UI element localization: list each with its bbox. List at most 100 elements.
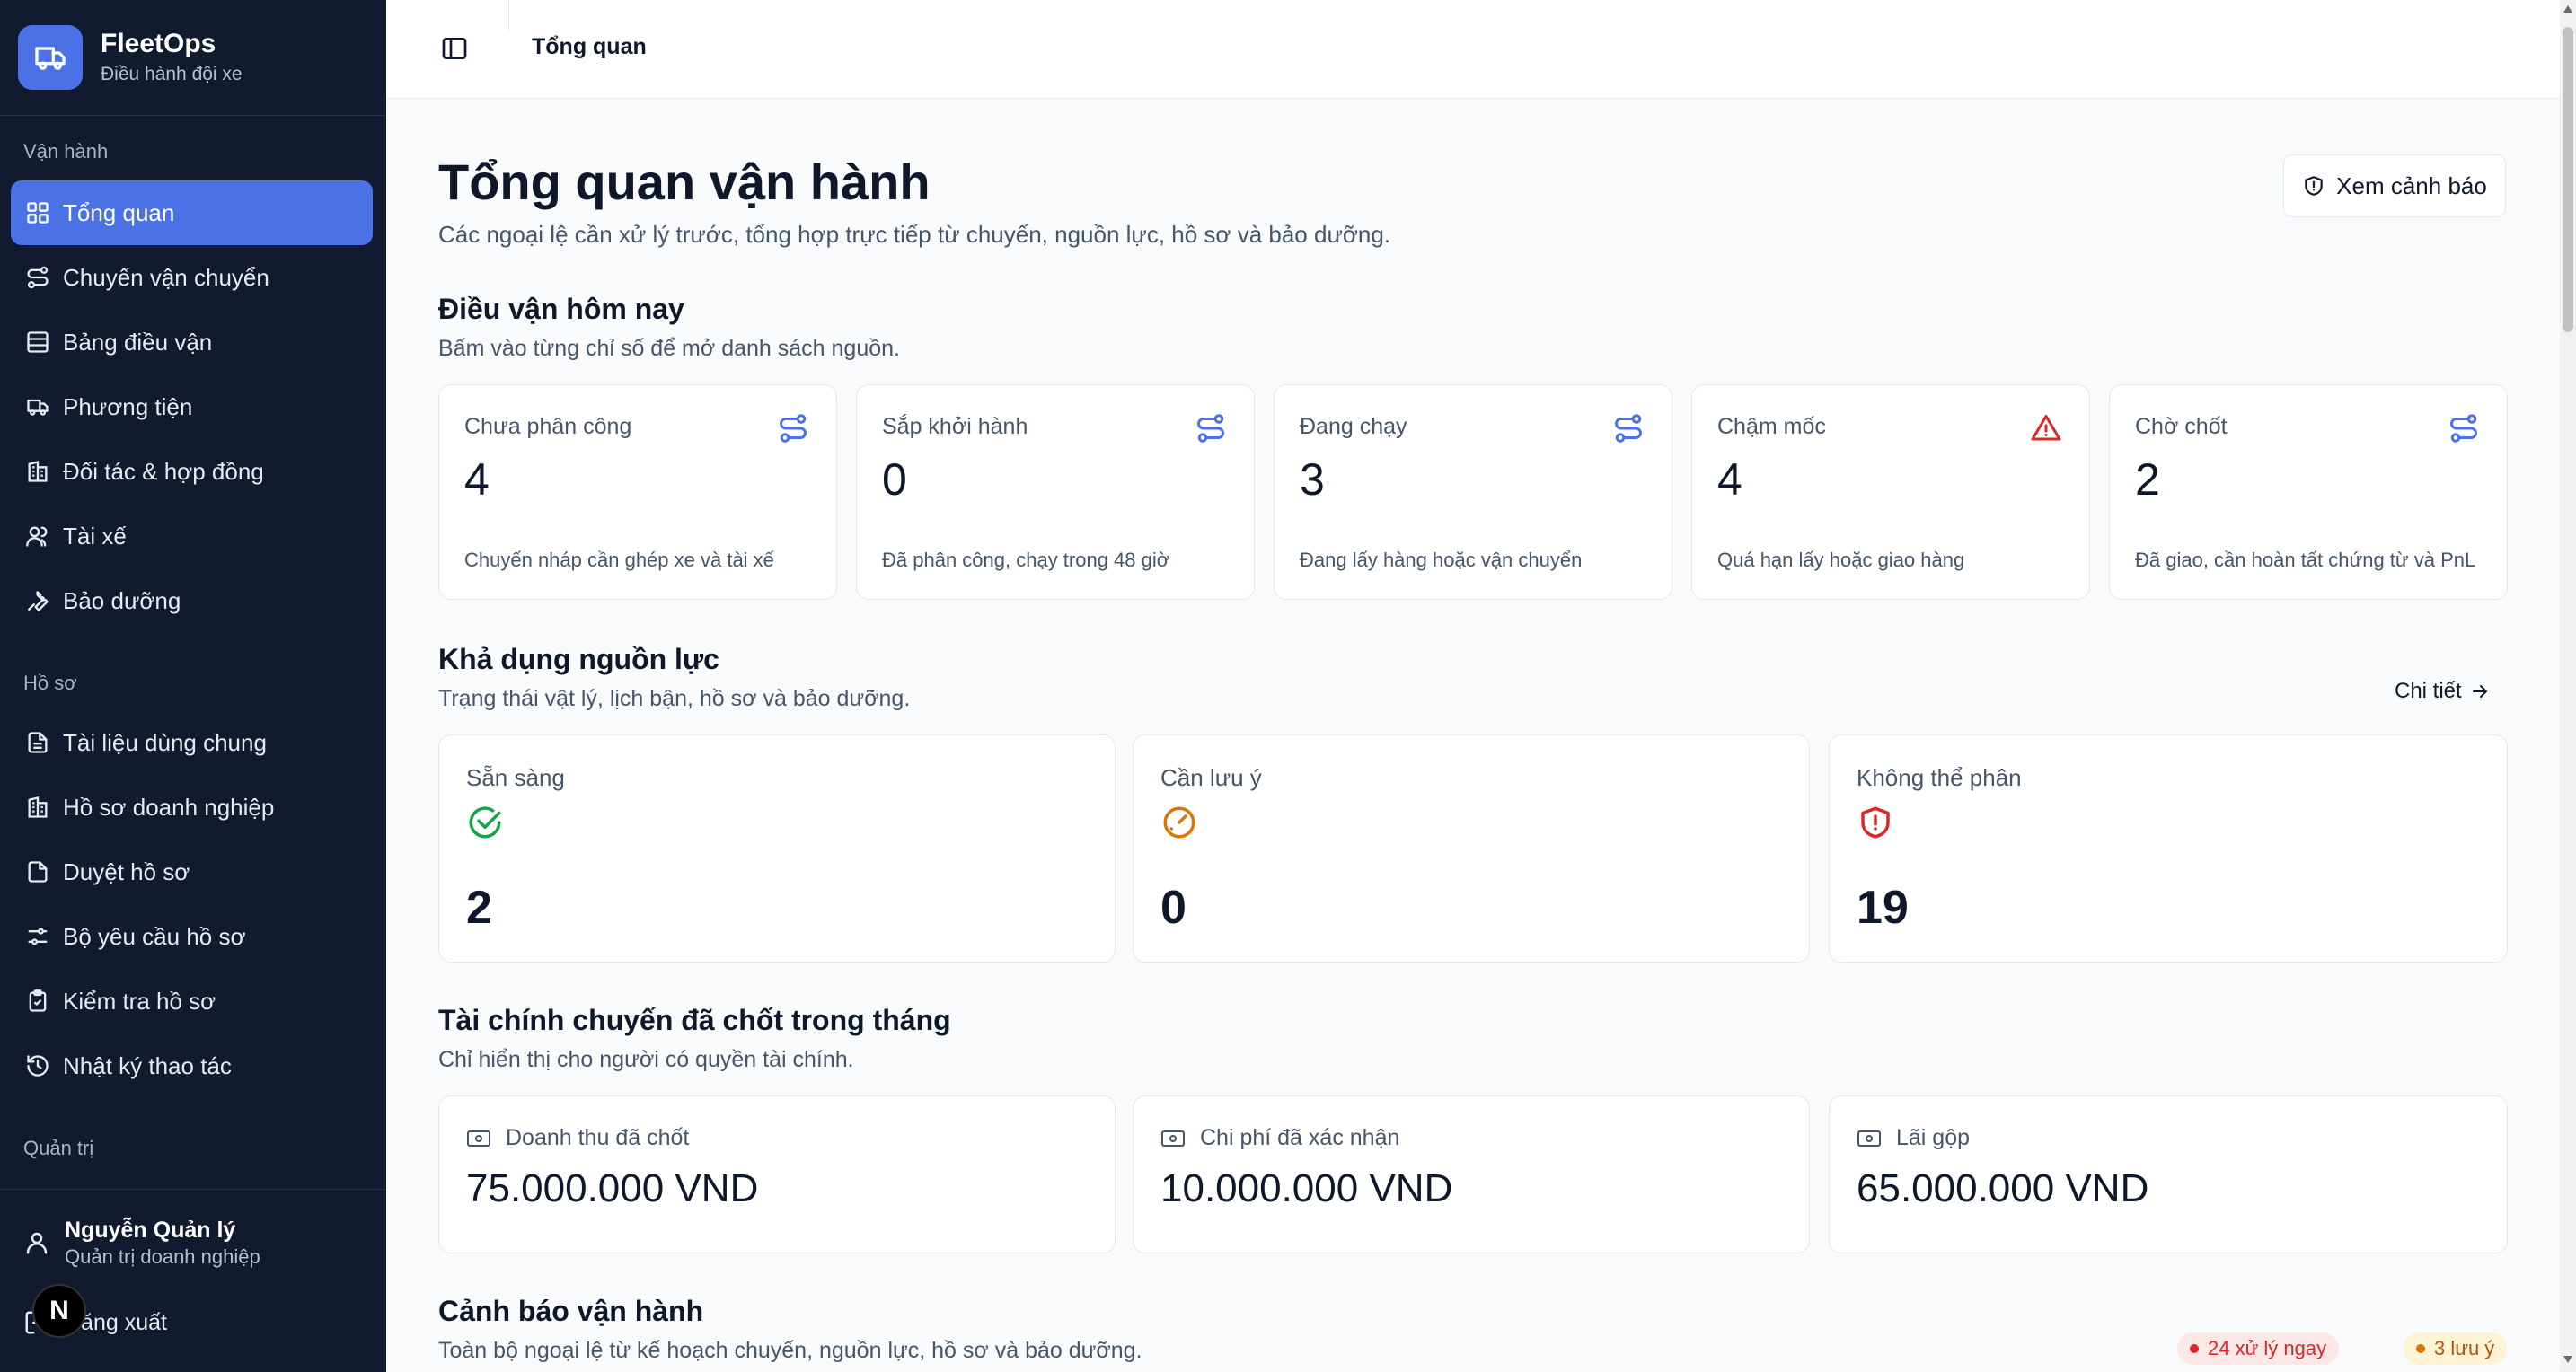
- view-alerts-label: Xem cảnh báo: [2336, 172, 2487, 199]
- kpi-label: Đang chạy: [1300, 414, 1407, 439]
- badge-urgent[interactable]: 24 xử lý ngay: [2177, 1332, 2340, 1365]
- kpi-description: Quá hạn lấy hoặc giao hàng: [1717, 549, 1965, 571]
- resource-card-san-sang[interactable]: Sẵn sàng 2: [438, 734, 1116, 963]
- banknote-icon: [1161, 1130, 1185, 1147]
- section-title-finance: Tài chính chuyến đã chốt trong tháng: [438, 1004, 951, 1036]
- kpi-label: Chờ chốt: [2135, 414, 2228, 439]
- badge-label: 24 xử lý ngay: [2208, 1337, 2327, 1359]
- clipboard-check-icon: [29, 989, 47, 1012]
- sidebar-item-bo-yeu-cau-ho-so[interactable]: Bộ yêu cầu hồ sơ: [11, 904, 373, 969]
- finance-value: 65.000.000 VND: [1857, 1166, 2149, 1210]
- kpi-card-cham-moc[interactable]: Chậm mốc 4 Quá hạn lấy hoặc giao hàng: [1691, 384, 2090, 600]
- sidebar-item-label: Đối tác & hợp đồng: [63, 457, 264, 485]
- section-title-resources: Khả dụng nguồn lực: [438, 643, 719, 675]
- resource-label: Cần lưu ý: [1160, 764, 1262, 791]
- nextjs-dev-badge-icon[interactable]: N: [32, 1284, 86, 1338]
- resource-card-khong-the-phan[interactable]: Không thể phân 19: [1829, 734, 2508, 963]
- resource-card-can-luu-y[interactable]: Cần lưu ý 0: [1133, 734, 1810, 963]
- sidebar-item-tai-lieu-dung-chung[interactable]: Tài liệu dùng chung: [11, 710, 373, 775]
- sidebar: FleetOps Điều hành đội xe Vận hành Tổng …: [0, 0, 386, 1372]
- sidebar-item-nhat-ky-thao-tac[interactable]: Nhật ký thao tác: [11, 1033, 373, 1098]
- brand-name: FleetOps: [101, 29, 216, 58]
- kpi-description: Chuyến nháp cần ghép xe và tài xế: [464, 549, 774, 571]
- route-icon: [1615, 414, 1642, 443]
- kpi-card-chua-phan-cong[interactable]: Chưa phân công 4 Chuyến nháp cần ghép xe…: [438, 384, 837, 600]
- scroll-up-arrow-icon[interactable]: [2563, 5, 2572, 13]
- finance-value: 10.000.000 VND: [1160, 1166, 1453, 1210]
- wrench-icon: [27, 591, 49, 611]
- sidebar-item-tong-quan[interactable]: Tổng quan: [11, 180, 373, 245]
- kpi-value: 4: [1717, 454, 1742, 505]
- resource-label: Sẵn sàng: [466, 764, 565, 791]
- route-icon: [27, 266, 49, 289]
- sidebar-item-label: Phương tiện: [63, 392, 193, 420]
- sidebar-item-kiem-tra-ho-so[interactable]: Kiểm tra hồ sơ: [11, 969, 373, 1033]
- kpi-description: Đã giao, cần hoàn tất chứng từ và PnL: [2135, 549, 2476, 571]
- sidebar-item-doi-tac[interactable]: Đối tác & hợp đồng: [11, 439, 373, 504]
- kpi-card-cho-chot[interactable]: Chờ chốt 2 Đã giao, cần hoàn tất chứng t…: [2109, 384, 2508, 600]
- kpi-label: Sắp khởi hành: [882, 414, 1028, 439]
- sidebar-item-label: Nhật ký thao tác: [63, 1051, 232, 1079]
- kpi-card-dang-chay[interactable]: Đang chạy 3 Đang lấy hàng hoặc vận chuyể…: [1274, 384, 1672, 600]
- sidebar-item-ho-so-doanh-nghiep[interactable]: Hồ sơ doanh nghiệp: [11, 775, 373, 840]
- page-title: Tổng quan vận hành: [438, 154, 931, 210]
- finance-value: 75.000.000 VND: [466, 1166, 759, 1210]
- brand-subtitle: Điều hành đội xe: [101, 64, 243, 84]
- kpi-value: 3: [1300, 454, 1325, 505]
- sidebar-item-bao-duong[interactable]: Bảo dưỡng: [11, 568, 373, 633]
- user-name: Nguyễn Quản lý: [65, 1218, 236, 1243]
- finance-label: Doanh thu đã chốt: [506, 1125, 690, 1150]
- section-subtitle-dispatch: Bấm vào từng chỉ số để mở danh sách nguồ…: [438, 336, 900, 361]
- user-profile[interactable]: Nguyễn Quản lý Quản trị doanh nghiệp: [23, 1216, 260, 1270]
- route-icon: [780, 414, 807, 443]
- kpi-value: 0: [882, 454, 907, 505]
- gauge-icon: [1163, 806, 1195, 839]
- building-icon: [28, 796, 48, 818]
- sidebar-item-label: Bộ yêu cầu hồ sơ: [63, 922, 246, 950]
- finance-label: Chi phí đã xác nhận: [1200, 1125, 1400, 1150]
- page-scrollbar[interactable]: [2560, 0, 2576, 1372]
- view-alerts-button[interactable]: Xem cảnh báo: [2283, 154, 2506, 217]
- sidebar-item-label: Kiểm tra hồ sơ: [63, 987, 216, 1015]
- shield-alert-icon: [1861, 806, 1890, 839]
- route-icon: [2450, 414, 2477, 443]
- sidebar-item-chuyen-van-chuyen[interactable]: Chuyến vận chuyển: [11, 245, 373, 310]
- sidebar-item-duyet-ho-so[interactable]: Duyệt hồ sơ: [11, 840, 373, 904]
- kpi-value: 4: [464, 454, 490, 505]
- shield-alert-icon: [2305, 176, 2323, 196]
- status-dot: [2416, 1344, 2425, 1353]
- users-icon: [26, 526, 48, 547]
- sidebar-item-label: Bảo dưỡng: [63, 586, 181, 614]
- sidebar-item-label: Chuyến vận chuyển: [63, 263, 269, 291]
- sidebar-group-label: Quản trị: [23, 1137, 94, 1159]
- dashboard-grid-icon: [27, 202, 49, 224]
- kpi-description: Đã phân công, chạy trong 48 giờ: [882, 549, 1170, 571]
- sidebar-item-tai-xe[interactable]: Tài xế: [11, 504, 373, 568]
- kpi-description: Đang lấy hàng hoặc vận chuyển: [1300, 549, 1583, 571]
- breadcrumb: Tổng quan: [532, 34, 647, 59]
- finance-card-lai-gop: Lãi gộp 65.000.000 VND: [1829, 1095, 2508, 1253]
- truck-icon: [27, 399, 49, 416]
- scroll-down-arrow-icon[interactable]: [2563, 1356, 2572, 1363]
- badge-label: 3 lưu ý: [2434, 1337, 2495, 1359]
- resources-detail-link[interactable]: Chi tiết: [2395, 679, 2491, 704]
- kpi-card-sap-khoi-hanh[interactable]: Sắp khởi hành 0 Đã phân công, chạy trong…: [856, 384, 1255, 600]
- file-text-icon: [28, 732, 48, 753]
- sidebar-item-label: Tổng quan: [63, 198, 175, 226]
- section-subtitle-finance: Chỉ hiển thị cho người có quyền tài chín…: [438, 1047, 854, 1072]
- user-role: Quản trị doanh nghiệp: [65, 1245, 260, 1268]
- badge-warning[interactable]: 3 lưu ý: [2404, 1332, 2508, 1365]
- warning-triangle-icon: [2031, 415, 2061, 441]
- sidebar-item-phuong-tien[interactable]: Phương tiện: [11, 374, 373, 439]
- scrollbar-thumb[interactable]: [2563, 27, 2573, 332]
- section-title-dispatch: Điều vận hôm nay: [438, 293, 684, 325]
- banknote-icon: [467, 1130, 490, 1147]
- brand[interactable]: FleetOps Điều hành đội xe: [18, 25, 243, 90]
- arrow-right-icon: [2472, 685, 2488, 698]
- kpi-label: Chậm mốc: [1717, 414, 1826, 439]
- sidebar-item-label: Duyệt hồ sơ: [63, 858, 190, 885]
- sidebar-item-label: Tài liệu dùng chung: [63, 728, 267, 756]
- section-subtitle-resources: Trạng thái vật lý, lịch bận, hồ sơ và bả…: [438, 686, 911, 711]
- sidebar-item-bang-dieu-van[interactable]: Bảng điều vận: [11, 310, 373, 374]
- sidebar-toggle-icon[interactable]: [440, 34, 469, 63]
